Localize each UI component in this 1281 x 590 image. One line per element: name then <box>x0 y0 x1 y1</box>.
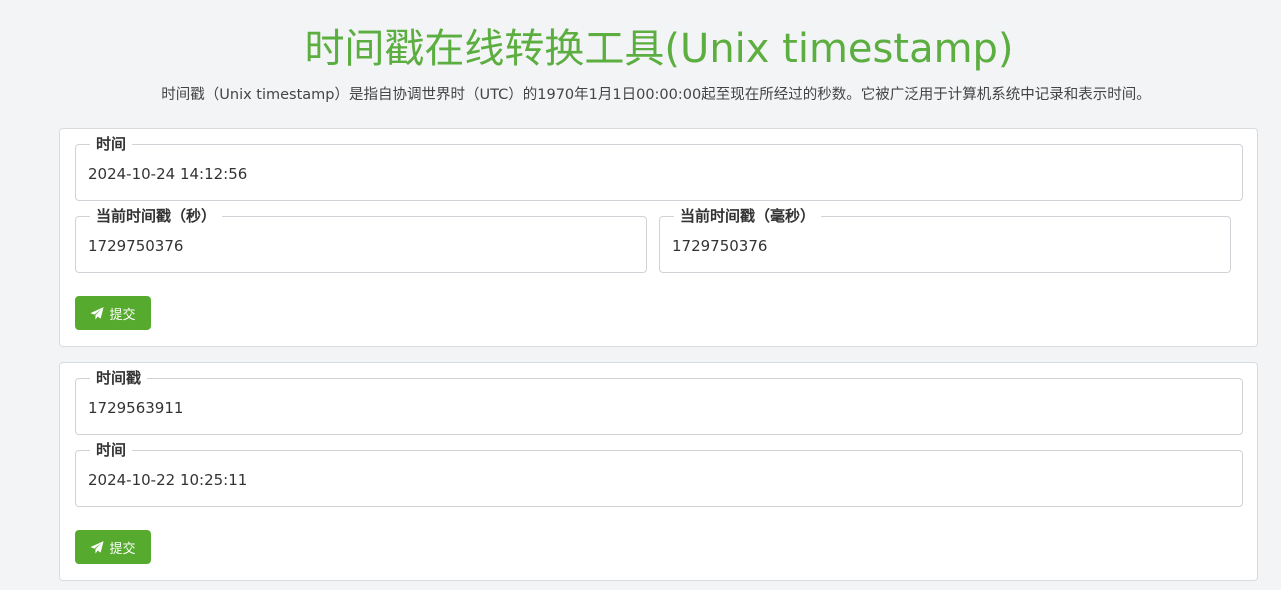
submit-button-label: 提交 <box>109 541 136 557</box>
paper-plane-icon <box>90 540 105 554</box>
submit-button-label: 提交 <box>109 307 136 323</box>
millis-timestamp-input[interactable] <box>672 235 1218 257</box>
time-input[interactable] <box>88 163 1230 185</box>
time-label: 时间 <box>90 135 133 153</box>
submit-button[interactable]: 提交 <box>75 296 151 330</box>
result-time-label: 时间 <box>90 441 133 459</box>
datetime-to-timestamp-panel: 时间 当前时间戳（秒） 当前时间戳（毫秒） 提交 <box>59 128 1258 347</box>
millis-fieldset: 当前时间戳（毫秒） <box>659 207 1231 273</box>
timestamp-to-datetime-panel: 时间戳 时间 提交 <box>59 362 1258 581</box>
submit-button[interactable]: 提交 <box>75 530 151 564</box>
seconds-timestamp-input[interactable] <box>88 235 634 257</box>
millis-label: 当前时间戳（毫秒） <box>674 207 822 225</box>
seconds-fieldset: 当前时间戳（秒） <box>75 207 647 273</box>
paper-plane-icon <box>90 306 105 320</box>
page-title: 时间戳在线转换工具(Unix timestamp) <box>304 26 1014 72</box>
timestamp-fieldset: 时间戳 <box>75 369 1243 435</box>
result-time-fieldset: 时间 <box>75 441 1243 507</box>
timestamp-input[interactable] <box>88 397 1230 419</box>
seconds-label: 当前时间戳（秒） <box>90 207 223 225</box>
result-time-input[interactable] <box>88 469 1230 491</box>
time-fieldset: 时间 <box>75 135 1243 201</box>
page-description: 时间戳（Unix timestamp）是指自协调世界时（UTC）的1970年1月… <box>161 87 1151 103</box>
timestamp-label: 时间戳 <box>90 369 148 387</box>
